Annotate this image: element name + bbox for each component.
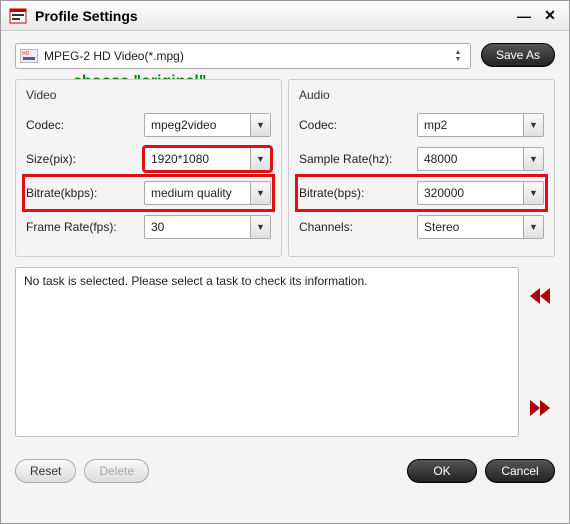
window-title: Profile Settings (35, 8, 509, 24)
ok-button[interactable]: OK (407, 459, 477, 483)
video-size-label: Size(pix): (26, 152, 144, 166)
rewind-button[interactable] (527, 285, 553, 307)
chevron-down-icon: ▼ (523, 114, 543, 136)
forward-button[interactable] (527, 397, 553, 419)
audio-channels-select[interactable]: Stereo ▼ (417, 215, 544, 239)
save-as-button[interactable]: Save As (481, 43, 555, 67)
audio-channels-label: Channels: (299, 220, 417, 234)
chevron-down-icon: ▼ (250, 216, 270, 238)
audio-rate-label: Sample Rate(hz): (299, 152, 417, 166)
audio-panel: Audio Codec: mp2 ▼ Sample Rate(hz): 4800… (288, 79, 555, 257)
chevron-down-icon: ▼ (250, 182, 270, 204)
profile-spinner[interactable]: ▲▼ (450, 49, 466, 63)
chevron-down-icon: ▼ (523, 182, 543, 204)
svg-text:HD: HD (22, 51, 30, 57)
cancel-button[interactable]: Cancel (485, 459, 555, 483)
delete-button[interactable]: Delete (84, 459, 149, 483)
video-panel: Video Codec: mpeg2video ▼ Size(pix): 192… (15, 79, 282, 257)
reset-button[interactable]: Reset (15, 459, 76, 483)
chevron-down-icon: ▼ (250, 114, 270, 136)
task-info-box: No task is selected. Please select a tas… (15, 267, 519, 437)
profile-settings-window: Profile Settings — ✕ HD MPEG-2 HD Video(… (0, 0, 570, 524)
titlebar: Profile Settings — ✕ (1, 1, 569, 31)
video-fps-select[interactable]: 30 ▼ (144, 215, 271, 239)
video-codec-select[interactable]: mpeg2video ▼ (144, 113, 271, 137)
video-bitrate-label: Bitrate(kbps): (26, 186, 144, 200)
close-button[interactable]: ✕ (539, 6, 561, 26)
chevron-down-icon: ▼ (523, 148, 543, 170)
audio-bitrate-label: Bitrate(bps): (299, 186, 417, 200)
audio-codec-select[interactable]: mp2 ▼ (417, 113, 544, 137)
format-icon: HD (20, 49, 38, 63)
video-codec-label: Codec: (26, 118, 144, 132)
audio-rate-select[interactable]: 48000 ▼ (417, 147, 544, 171)
minimize-button[interactable]: — (513, 6, 535, 26)
audio-section-title: Audio (299, 88, 544, 102)
audio-codec-label: Codec: (299, 118, 417, 132)
chevron-down-icon: ▼ (250, 148, 270, 170)
video-bitrate-select[interactable]: medium quality ▼ (144, 181, 271, 205)
video-fps-label: Frame Rate(fps): (26, 220, 144, 234)
video-size-select[interactable]: 1920*1080 ▼ (144, 147, 271, 171)
audio-bitrate-select[interactable]: 320000 ▼ (417, 181, 544, 205)
task-message: No task is selected. Please select a tas… (24, 274, 368, 288)
profile-select[interactable]: HD MPEG-2 HD Video(*.mpg) ▲▼ (15, 43, 471, 69)
app-icon (9, 7, 27, 25)
profile-name: MPEG-2 HD Video(*.mpg) (44, 49, 450, 63)
chevron-down-icon: ▼ (523, 216, 543, 238)
video-section-title: Video (26, 88, 271, 102)
